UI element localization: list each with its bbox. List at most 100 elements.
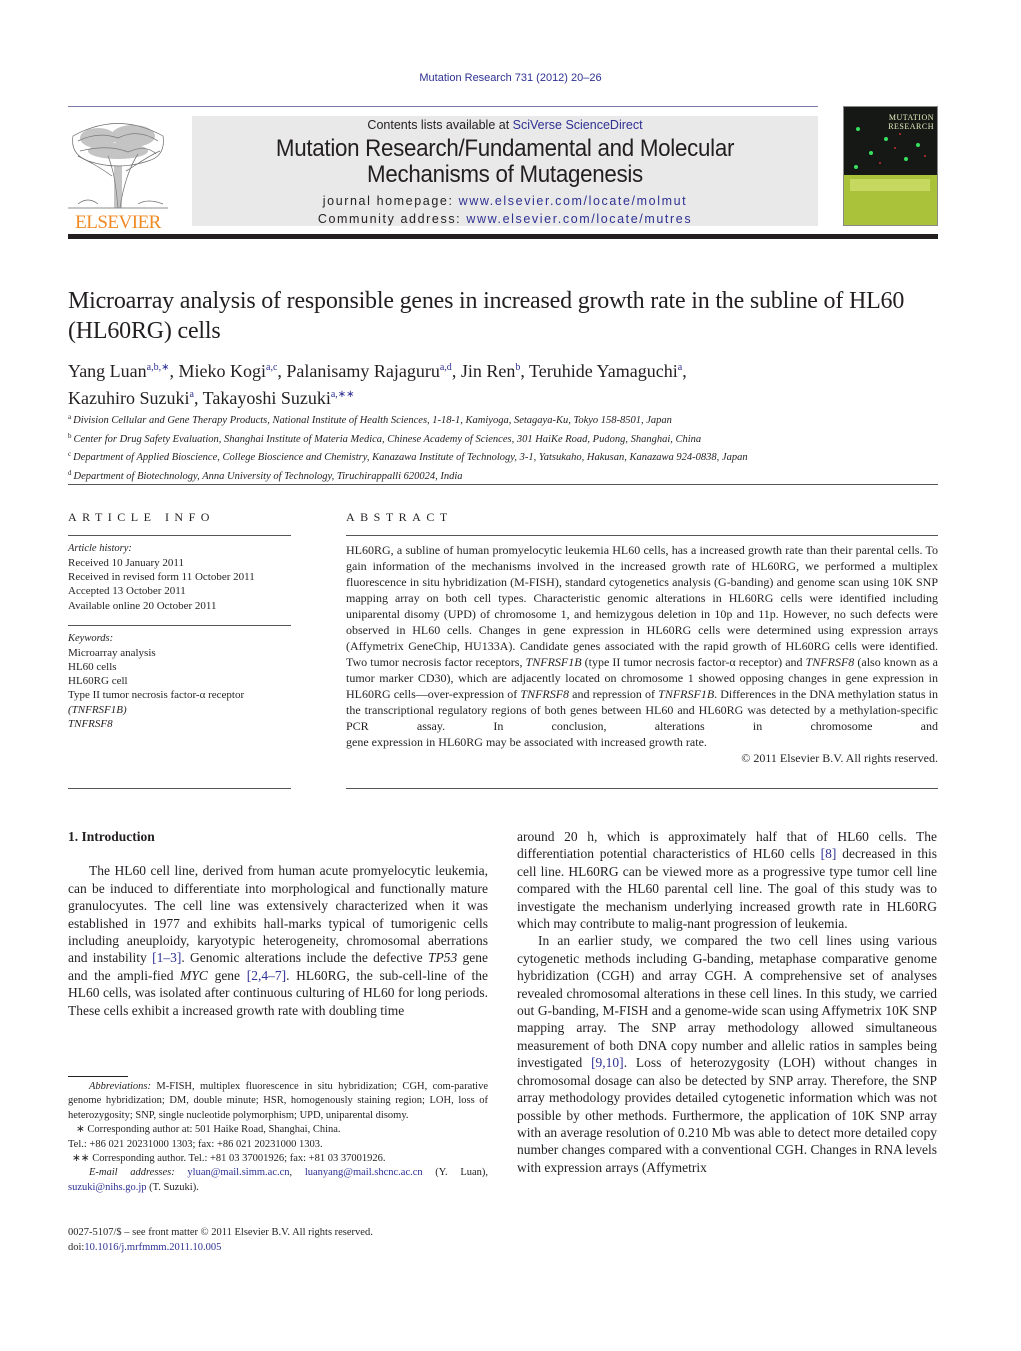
elsevier-tree-icon bbox=[68, 123, 168, 209]
abstract-copyright: © 2011 Elsevier B.V. All rights reserved… bbox=[741, 751, 938, 765]
history-item: Available online 20 October 2011 bbox=[68, 599, 217, 612]
gene-name: TNFRSF1B bbox=[525, 655, 582, 669]
homepage-link[interactable]: www.elsevier.com/locate/molmut bbox=[459, 194, 688, 208]
cover-subtitle-band bbox=[850, 179, 930, 191]
masthead-top-rule bbox=[68, 106, 818, 107]
gene-name: TNFRSF8 bbox=[520, 687, 570, 701]
affiliation: d Department of Biotechnology, Anna Unive… bbox=[68, 466, 948, 485]
email-link[interactable]: yluan@mail.simm.ac.cn bbox=[187, 1167, 289, 1178]
journal-banner: Contents lists available at SciVerse Sci… bbox=[192, 116, 818, 226]
email-link[interactable]: suzuki@nihs.go.jp bbox=[68, 1182, 147, 1193]
sciencedirect-link[interactable]: SciVerse ScienceDirect bbox=[513, 118, 643, 132]
affiliation-text: Department of Biotechnology, Anna Univer… bbox=[73, 470, 463, 482]
header-divider bbox=[68, 484, 938, 485]
affiliation: a Division Cellular and Gene Therapy Prod… bbox=[68, 410, 948, 429]
footnote-corresponding-1-tel: Tel.: +86 021 20231000 1303; fax: +86 02… bbox=[68, 1138, 323, 1150]
body-column-left: 1. Introduction The HL60 cell line, deri… bbox=[68, 828, 488, 1019]
keywords-label: Keywords: bbox=[68, 632, 114, 644]
author-name: Takayoshi Suzuki bbox=[202, 388, 331, 408]
intro-paragraph-1-cont: around 20 h, which is approximately half… bbox=[517, 829, 937, 932]
author-affiliation-marker[interactable]: a,b,∗ bbox=[147, 362, 170, 373]
masthead: ELSEVIER Contents lists available at Sci… bbox=[68, 106, 938, 239]
author-name: Mieko Kogi bbox=[178, 361, 267, 381]
affiliation-key: a bbox=[68, 413, 72, 421]
abstract-text: HL60RG, a subline of human promyelocytic… bbox=[346, 543, 938, 733]
author-affiliation-marker[interactable]: a bbox=[678, 362, 682, 373]
author-affiliation-marker[interactable]: b bbox=[515, 362, 520, 373]
affiliation-text: Center for Drug Safety Evaluation, Shang… bbox=[73, 433, 702, 445]
footnote-corresponding-1: ∗ Corresponding author at: 501 Haike Roa… bbox=[76, 1124, 341, 1136]
history-item: Accepted 13 October 2011 bbox=[68, 585, 186, 598]
footnote-corresponding-2: ∗∗ Corresponding author. Tel.: +81 03 37… bbox=[72, 1153, 386, 1165]
doi-line: doi:10.1016/j.mrfmmm.2011.10.005 bbox=[68, 1241, 222, 1253]
keyword: Type II tumor necrosis factor-α receptor bbox=[68, 689, 245, 702]
gene-name: TNFRSF1B bbox=[658, 687, 715, 701]
gene-name: TP53 bbox=[427, 950, 458, 966]
keywords-list: Microarray analysis HL60 cells HL60RG cell… bbox=[68, 646, 291, 731]
abstract-bottom-rule bbox=[346, 788, 938, 789]
article-title: Microarray analysis of responsible genes… bbox=[68, 288, 905, 344]
masthead-thick-rule bbox=[68, 234, 938, 239]
intro-paragraph-2: In an earlier study, we compared the two… bbox=[517, 933, 937, 1175]
affiliation-key: d bbox=[68, 468, 72, 477]
body-column-right: around 20 h, which is approximately half… bbox=[517, 828, 937, 1176]
author-name: Jin Ren bbox=[460, 361, 516, 381]
journal-cover-image[interactable]: MUTATION RESEARCH bbox=[843, 106, 938, 226]
journal-title: Mutation Research/Fundamental and Molecu… bbox=[275, 135, 735, 188]
doi-link[interactable]: 10.1016/j.mrfmmm.2011.10.005 bbox=[84, 1242, 221, 1253]
article-history: Received 10 January 2011 Received in revi… bbox=[68, 556, 291, 613]
citation-link[interactable]: [8] bbox=[821, 846, 837, 861]
citation-link[interactable]: [9,10] bbox=[591, 1055, 624, 1070]
section-heading-introduction: 1. Introduction bbox=[68, 829, 155, 844]
keyword: TNFRSF8 bbox=[68, 717, 113, 730]
abstract-heading: ABSTRACT bbox=[346, 510, 453, 524]
author-name: Yang Luan bbox=[68, 361, 147, 381]
cover-title: MUTATION RESEARCH bbox=[888, 113, 934, 131]
article-info-heading: ARTICLE INFO bbox=[68, 510, 215, 524]
abstract: ABSTRACT HL60RG, a subline of human prom… bbox=[346, 510, 938, 766]
affiliation: c Department of Applied Bioscience, Colle… bbox=[68, 447, 948, 466]
community-link[interactable]: www.elsevier.com/locate/mutres bbox=[466, 212, 692, 226]
gene-name: MYC bbox=[180, 967, 208, 983]
article-info-bottom-rule bbox=[68, 788, 291, 789]
email-link[interactable]: luanyang@mail.shcnc.ac.cn bbox=[305, 1167, 423, 1178]
history-item: Received 10 January 2011 bbox=[68, 557, 184, 569]
issn-line: 0027-5107/$ – see front matter © 2011 El… bbox=[68, 1227, 373, 1238]
citation-link[interactable]: [2,4–7] bbox=[247, 968, 286, 983]
affiliation-text: Department of Applied Bioscience, Colleg… bbox=[73, 452, 748, 463]
citation-link[interactable]: [1–3] bbox=[152, 950, 181, 965]
article-history-label: Article history: bbox=[68, 543, 132, 554]
author-affiliation-marker[interactable]: a,d bbox=[440, 362, 452, 373]
affiliations: a Division Cellular and Gene Therapy Prod… bbox=[68, 410, 948, 484]
author-name: Teruhide Yamaguchi bbox=[529, 361, 678, 381]
author-affiliation-marker[interactable]: a,∗∗ bbox=[331, 389, 355, 400]
footnote-emails: E-mail addresses: yluan@mail.simm.ac.cn,… bbox=[68, 1167, 489, 1193]
affiliation-text: Division Cellular and Gene Therapy Produ… bbox=[73, 415, 672, 426]
author-name: Kazuhiro Suzuki bbox=[68, 388, 190, 408]
keyword: (TNFRSF1B) bbox=[68, 703, 127, 716]
footnotes: Abbreviations: M-FISH, multiplex fluores… bbox=[68, 1080, 488, 1195]
affiliation: b Center for Drug Safety Evaluation, Shan… bbox=[68, 429, 948, 448]
article-info: ARTICLE INFO Article history: Received 1… bbox=[68, 510, 291, 731]
affiliation-key: c bbox=[68, 450, 72, 458]
footnote-abbreviations: Abbreviations: M-FISH, multiplex fluores… bbox=[68, 1081, 488, 1121]
keyword: HL60 cells bbox=[68, 661, 117, 674]
author-affiliation-marker[interactable]: a,c bbox=[266, 362, 277, 373]
elsevier-logo[interactable]: ELSEVIER bbox=[68, 116, 168, 234]
contents-line: Contents lists available at SciVerse Sci… bbox=[367, 118, 643, 132]
author-name: Palanisamy Rajaguru bbox=[286, 361, 440, 381]
intro-paragraph-1: The HL60 cell line, derived from human a… bbox=[68, 863, 489, 1018]
journal-homepage: journal homepage: www.elsevier.com/locat… bbox=[317, 194, 693, 226]
issn-block: 0027-5107/$ – see front matter © 2011 El… bbox=[68, 1226, 488, 1255]
elsevier-wordmark: ELSEVIER bbox=[75, 212, 161, 233]
gene-name: TNFRSF8 bbox=[805, 655, 855, 669]
abstract-last-line: gene expression in HL60RG may be associa… bbox=[346, 735, 707, 749]
footnote-rule bbox=[68, 1076, 128, 1077]
running-head[interactable]: Mutation Research 731 (2012) 20–26 bbox=[0, 72, 1021, 84]
affiliation-key: b bbox=[68, 431, 72, 440]
keyword: Microarray analysis bbox=[68, 646, 156, 659]
author-list: Yang Luana,b,∗, Mieko Kogia,c, Palanisam… bbox=[68, 361, 687, 408]
history-item: Received in revised form 11 October 2011 bbox=[68, 571, 255, 584]
keyword: HL60RG cell bbox=[68, 675, 128, 688]
author-affiliation-marker[interactable]: a bbox=[189, 389, 193, 400]
